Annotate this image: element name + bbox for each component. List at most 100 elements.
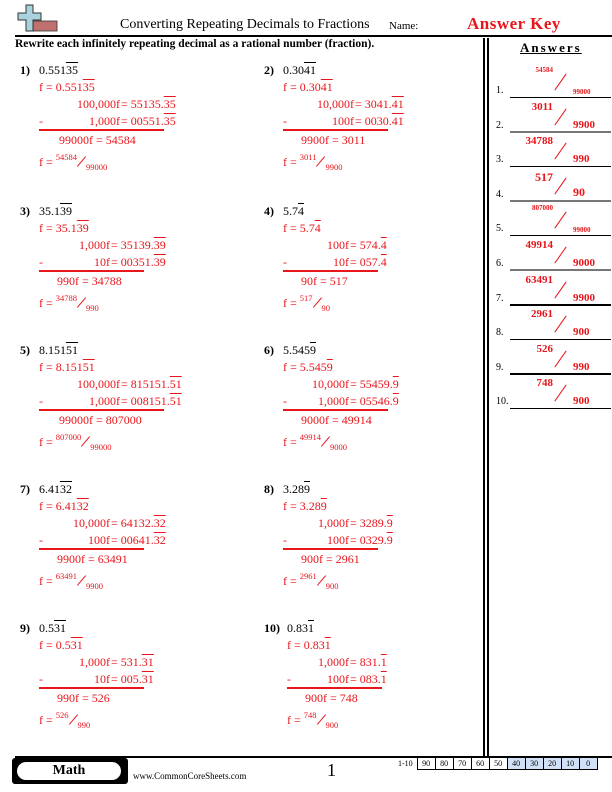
result-equation: 99000f = 807000 bbox=[59, 413, 142, 427]
equation-digits: = 005. bbox=[111, 672, 142, 686]
fraction-slash bbox=[554, 108, 567, 126]
minus-sign: - bbox=[39, 533, 43, 547]
multiplied-equation-2: = 00641.32 bbox=[111, 533, 166, 548]
repeating-digits: 9 bbox=[386, 533, 393, 547]
fraction-denominator: 9900 bbox=[86, 581, 104, 591]
multiplied-equation-2: = 008151.51 bbox=[121, 394, 182, 409]
equation-digits: = 057. bbox=[350, 255, 381, 269]
fraction-numerator: 807000 bbox=[55, 432, 82, 442]
fraction-numerator: 34788 bbox=[55, 293, 78, 303]
problem-number: 9) bbox=[20, 621, 30, 635]
f-definition: f = 0.3041 bbox=[283, 80, 333, 95]
answer-label: 1. bbox=[496, 85, 504, 96]
multiplied-equation-2: = 005.31 bbox=[111, 672, 154, 687]
equation-digits: = 574. bbox=[350, 238, 381, 252]
repeating-digits: 9 bbox=[392, 394, 399, 408]
multiplier-2: 10f bbox=[333, 255, 349, 269]
f-equals: f = bbox=[39, 574, 53, 588]
answer-label: 6. bbox=[496, 258, 504, 269]
worksheet-title: Converting Repeating Decimals to Fractio… bbox=[120, 17, 370, 32]
fraction-numerator: 54584 bbox=[535, 66, 554, 74]
repeating-digits: 4 bbox=[380, 238, 387, 252]
problem-number: 2) bbox=[264, 63, 274, 77]
fraction-slash bbox=[554, 246, 567, 264]
website-link[interactable]: www.CommonCoreSheets.com bbox=[133, 771, 246, 781]
equation-digits: = 00551. bbox=[121, 114, 164, 128]
f-definition: f = 3.289 bbox=[283, 499, 327, 514]
answer-row: 5. 807000 99000 bbox=[496, 200, 611, 237]
answer-fraction: f = 2961 900 bbox=[283, 571, 339, 591]
multiplier-1: 1,000f bbox=[318, 655, 349, 669]
result-equation: 9900f = 3011 bbox=[301, 133, 366, 147]
answer-line bbox=[510, 407, 611, 410]
f-digits: f = 8.151 bbox=[39, 360, 83, 374]
multiplier-1: 100,000f bbox=[77, 377, 120, 391]
multiplied-equation-1: = 55459.9 bbox=[350, 377, 399, 392]
repeating-digits: 9 bbox=[320, 499, 327, 513]
fraction-slash bbox=[76, 156, 87, 167]
fraction-numerator: 63491 bbox=[525, 273, 554, 286]
answer-fraction: f = 526 990 bbox=[39, 710, 90, 730]
repeating-digits: 9 bbox=[392, 377, 399, 391]
instructions: Rewrite each infinitely repeating decima… bbox=[15, 38, 375, 50]
subtraction-line bbox=[39, 409, 164, 411]
problem-number: 6) bbox=[264, 343, 274, 357]
fraction-numerator: 3011 bbox=[299, 152, 317, 162]
question-digits: 0.5 bbox=[39, 621, 54, 635]
question-digits: 0.83 bbox=[287, 621, 308, 635]
repeating-digits: 35 bbox=[66, 63, 78, 77]
f-digits: f = 0.83 bbox=[287, 638, 325, 652]
answer-fraction: 2961 900 bbox=[510, 306, 611, 338]
minus-sign: - bbox=[39, 672, 43, 686]
equation-digits: = 55459. bbox=[350, 377, 393, 391]
f-equals: f = bbox=[283, 574, 297, 588]
result-equation: 990f = 34788 bbox=[57, 274, 122, 288]
score-table: 1-10 90 80 70 60 50 40 30 20 10 0 bbox=[395, 757, 598, 770]
repeating-digits: 39 bbox=[153, 255, 166, 269]
f-definition: f = 5.74 bbox=[283, 221, 321, 236]
repeating-digits: 4 bbox=[380, 255, 387, 269]
score-cell: 80 bbox=[434, 757, 454, 770]
repeating-digits: 9 bbox=[304, 482, 310, 496]
f-equals: f = bbox=[283, 296, 297, 310]
problem-9: 9) 0.531 f = 0.531 1,000f = 531.31 - 10f… bbox=[20, 621, 250, 751]
repeating-digits: 51 bbox=[169, 377, 182, 391]
subtraction-line bbox=[283, 409, 388, 411]
problem-question: 0.531 bbox=[39, 621, 66, 636]
f-digits: f = 0.551 bbox=[39, 80, 83, 94]
question-digits: 0.30 bbox=[283, 63, 304, 77]
fraction-denominator: 90 bbox=[573, 184, 585, 199]
minus-sign: - bbox=[283, 533, 287, 547]
answer-row: 4. 517 90 bbox=[496, 166, 611, 202]
f-definition: f = 0.55135 bbox=[39, 80, 95, 95]
answer-fraction: 517 90 bbox=[510, 168, 611, 200]
answer-row: 10. 748 900 bbox=[496, 373, 611, 410]
repeating-digits: 31 bbox=[54, 621, 66, 635]
minus-sign: - bbox=[39, 394, 43, 408]
f-definition: f = 6.4132 bbox=[39, 499, 89, 514]
result-equation: 990f = 526 bbox=[57, 691, 110, 705]
score-cell: 10 bbox=[560, 757, 580, 770]
answer-label: 10. bbox=[496, 396, 509, 408]
subtraction-line bbox=[283, 548, 378, 550]
multiplier-2: 1,000f bbox=[89, 394, 120, 408]
problem-8: 8) 3.289 f = 3.289 1,000f = 3289.9 - 100… bbox=[264, 482, 494, 612]
fraction-denominator: 990 bbox=[86, 303, 99, 313]
problem-question: 6.4132 bbox=[39, 482, 72, 497]
repeating-digits: 32 bbox=[153, 533, 166, 547]
repeating-digits: 51 bbox=[82, 360, 95, 374]
problem-2: 2) 0.3041 f = 0.3041 10,000f = 3041.41 -… bbox=[264, 63, 494, 193]
answer-row: 3. 34788 990 bbox=[496, 131, 611, 168]
fraction-denominator: 900 bbox=[325, 581, 339, 591]
f-definition: f = 0.531 bbox=[39, 638, 83, 653]
equation-digits: = 00641. bbox=[111, 533, 154, 547]
f-definition: f = 5.5459 bbox=[283, 360, 333, 375]
fraction-numerator: 54584 bbox=[55, 152, 78, 162]
subtraction-line bbox=[39, 548, 144, 550]
repeating-digits: 35 bbox=[82, 80, 95, 94]
multiplied-equation-2: = 083.1 bbox=[350, 672, 387, 687]
fraction-denominator: 900 bbox=[573, 395, 590, 408]
answer-fraction: f = 54584 99000 bbox=[39, 152, 107, 172]
multiplier-2: 100f bbox=[88, 533, 110, 547]
problem-question: 8.15151 bbox=[39, 343, 78, 358]
